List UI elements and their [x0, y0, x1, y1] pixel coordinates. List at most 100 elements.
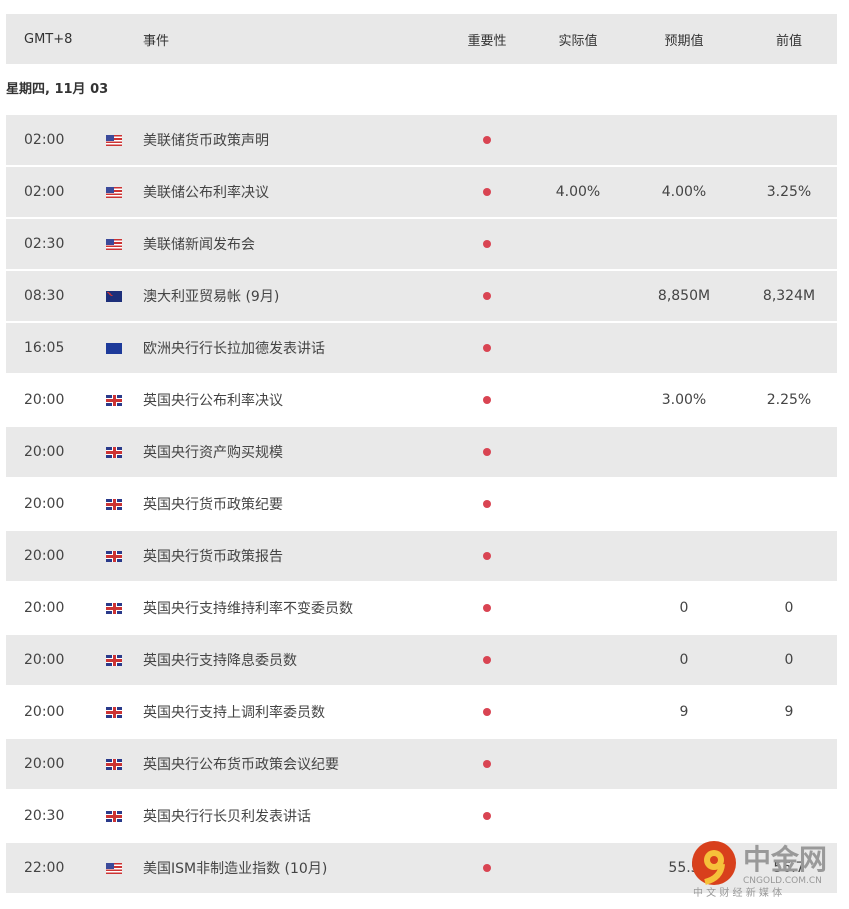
actual-value: 4.00%	[555, 184, 601, 200]
forecast-value	[646, 531, 722, 581]
event-time: 20:00	[24, 704, 65, 720]
event-time: 02:00	[24, 184, 65, 200]
event-name[interactable]: 美联储新闻发布会	[143, 219, 255, 269]
forecast-value	[646, 323, 722, 373]
forecast-value: 8,850M	[657, 288, 711, 304]
importance-dot-icon	[462, 271, 512, 321]
event-time: 20:30	[24, 808, 65, 824]
event-name[interactable]: 英国央行支持降息委员数	[143, 635, 297, 685]
flag-eu-icon	[106, 323, 122, 373]
actual-value	[543, 323, 613, 373]
event-name[interactable]: 英国央行资产购买规模	[143, 427, 283, 477]
event-row[interactable]: 08:30 澳大利亚贸易帐 (9月) 8,850M 8,324M	[6, 271, 837, 321]
actual-value	[543, 271, 613, 321]
event-row[interactable]: 20:00 英国央行公布货币政策会议纪要	[6, 739, 837, 789]
forecast-value: 3.00%	[661, 392, 707, 408]
importance-dot-icon	[462, 375, 512, 425]
importance-dot-icon	[462, 739, 512, 789]
event-name[interactable]: 英国央行货币政策纪要	[143, 479, 283, 529]
previous-value	[751, 219, 827, 269]
event-time: 20:00	[24, 392, 65, 408]
flag-uk-icon	[106, 687, 122, 737]
event-row[interactable]: 02:00 美联储公布利率决议 4.00% 4.00% 3.25%	[6, 167, 837, 217]
importance-dot-icon	[462, 583, 512, 633]
event-row[interactable]: 20:00 英国央行货币政策报告	[6, 531, 837, 581]
previous-value	[751, 791, 827, 841]
event-row[interactable]: 20:00 英国央行支持降息委员数 0 0	[6, 635, 837, 685]
forecast-value: 0	[679, 600, 689, 616]
event-time: 20:00	[24, 444, 65, 460]
event-name[interactable]: 欧洲央行行长拉加德发表讲话	[143, 323, 325, 373]
header-previous: 前值	[775, 33, 802, 49]
previous-value	[751, 531, 827, 581]
importance-dot-icon	[462, 531, 512, 581]
table-header: GMT+8 事件 重要性 实际值 预期值 前值	[6, 14, 837, 64]
actual-value	[543, 115, 613, 165]
actual-value	[543, 531, 613, 581]
svg-text:中金网: 中金网	[743, 843, 827, 876]
cngold-watermark-logo: 中金网 CNGOLD.COM.CN 中 文 财 经 新 媒 体	[692, 841, 827, 899]
flag-us-icon	[106, 115, 122, 165]
event-row[interactable]: 02:30 美联储新闻发布会	[6, 219, 837, 269]
previous-value	[751, 479, 827, 529]
event-row[interactable]: 20:00 英国央行资产购买规模	[6, 427, 837, 477]
header-timezone[interactable]: GMT+8	[24, 14, 72, 64]
svg-text:CNGOLD.COM.CN: CNGOLD.COM.CN	[743, 876, 822, 886]
importance-dot-icon	[462, 791, 512, 841]
event-name[interactable]: 英国央行行长贝利发表讲话	[143, 791, 311, 841]
event-row[interactable]: 20:00 英国央行货币政策纪要	[6, 479, 837, 529]
header-forecast: 预期值	[664, 33, 704, 49]
forecast-value: 4.00%	[661, 184, 707, 200]
event-name[interactable]: 美联储公布利率决议	[143, 167, 269, 217]
event-name[interactable]: 英国央行支持维持利率不变委员数	[143, 583, 353, 633]
event-row[interactable]: 20:00 英国央行支持维持利率不变委员数 0 0	[6, 583, 837, 633]
event-time: 08:30	[24, 288, 65, 304]
actual-value	[543, 739, 613, 789]
event-row[interactable]: 02:00 美联储货币政策声明	[6, 115, 837, 165]
event-name[interactable]: 澳大利亚贸易帐 (9月)	[143, 271, 279, 321]
actual-value	[543, 687, 613, 737]
importance-dot-icon	[462, 635, 512, 685]
previous-value	[751, 323, 827, 373]
previous-value	[751, 427, 827, 477]
previous-value: 3.25%	[766, 184, 812, 200]
forecast-value: 0	[679, 652, 689, 668]
actual-value	[543, 479, 613, 529]
flag-uk-icon	[106, 375, 122, 425]
flag-uk-icon	[106, 635, 122, 685]
flag-us-icon	[106, 219, 122, 269]
svg-text:中 文 财 经 新 媒 体: 中 文 财 经 新 媒 体	[693, 886, 782, 899]
previous-value: 0	[784, 652, 794, 668]
flag-uk-icon	[106, 427, 122, 477]
previous-value	[751, 739, 827, 789]
previous-value: 8,324M	[762, 288, 816, 304]
date-heading: 星期四, 11月 03	[6, 82, 109, 97]
event-name[interactable]: 英国央行货币政策报告	[143, 531, 283, 581]
flag-us-icon	[106, 843, 122, 893]
event-row[interactable]: 20:30 英国央行行长贝利发表讲话	[6, 791, 837, 841]
forecast-value	[646, 739, 722, 789]
actual-value	[543, 427, 613, 477]
forecast-value	[646, 115, 722, 165]
event-name[interactable]: 美国ISM非制造业指数 (10月)	[143, 843, 327, 893]
header-importance: 重要性	[467, 33, 507, 49]
actual-value	[543, 791, 613, 841]
event-row[interactable]: 20:00 英国央行公布利率决议 3.00% 2.25%	[6, 375, 837, 425]
importance-dot-icon	[462, 115, 512, 165]
flag-uk-icon	[106, 531, 122, 581]
previous-value: 2.25%	[766, 392, 812, 408]
importance-dot-icon	[462, 687, 512, 737]
previous-value	[751, 115, 827, 165]
importance-dot-icon	[462, 479, 512, 529]
previous-value: 0	[784, 600, 794, 616]
importance-dot-icon	[462, 427, 512, 477]
event-name[interactable]: 英国央行支持上调利率委员数	[143, 687, 325, 737]
event-row[interactable]: 16:05 欧洲央行行长拉加德发表讲话	[6, 323, 837, 373]
event-name[interactable]: 英国央行公布利率决议	[143, 375, 283, 425]
actual-value	[543, 635, 613, 685]
forecast-value	[646, 479, 722, 529]
event-row[interactable]: 20:00 英国央行支持上调利率委员数 9 9	[6, 687, 837, 737]
event-name[interactable]: 英国央行公布货币政策会议纪要	[143, 739, 339, 789]
event-time: 02:30	[24, 236, 65, 252]
event-name[interactable]: 美联储货币政策声明	[143, 115, 269, 165]
